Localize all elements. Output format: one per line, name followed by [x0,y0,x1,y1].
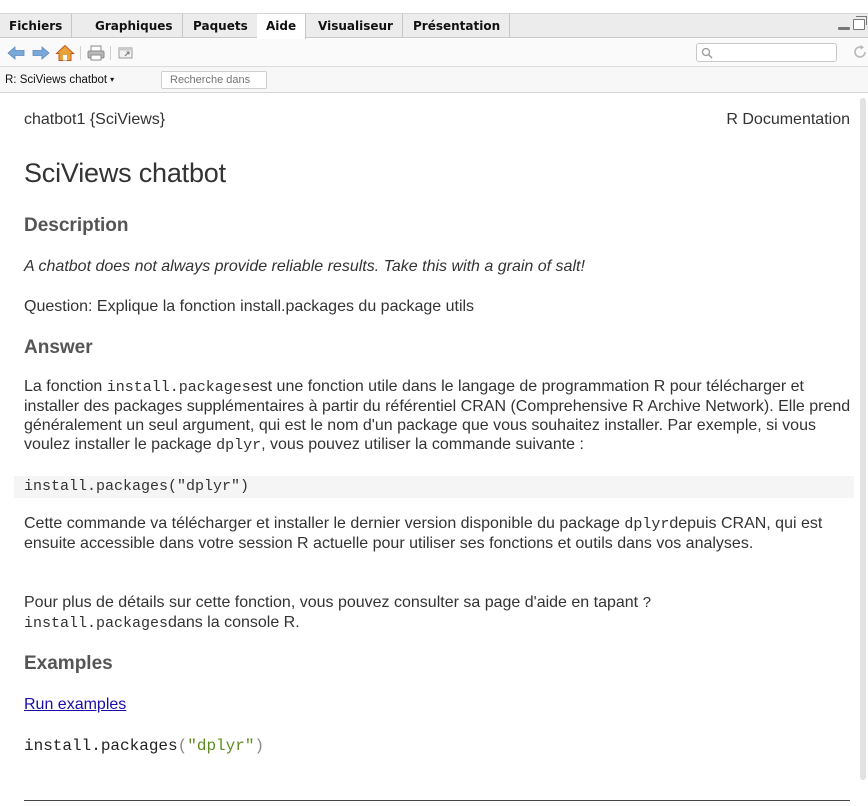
refresh-icon[interactable] [852,44,868,65]
topic-label: R: SciViews chatbot [5,74,108,86]
help-toolbar [0,39,868,67]
forward-arrow-icon[interactable] [31,44,51,62]
answer-paragraph-1: La fonction install.packagesest une fonc… [24,378,851,454]
answer-paragraph-3: Pour plus de détails sur cette fonction,… [24,594,652,632]
help-search-box[interactable] [696,43,837,62]
help-search-input[interactable] [717,45,833,60]
description-heading: Description [24,215,129,236]
chevron-down-icon: ▾ [110,75,115,84]
pane-tab-bar: Fichiers Graphiques Paquets Aide Visuali… [0,13,868,39]
find-in-topic-input[interactable] [161,71,267,89]
tab-paquets[interactable]: Paquets [184,14,258,38]
doc-topic-name: chatbot1 {SciViews} [24,111,166,128]
code-block: install.packages("dplyr") [14,476,854,498]
vertical-scrollbar[interactable] [860,98,866,780]
maximize-icon[interactable] [853,16,867,30]
search-icon [701,46,713,64]
doc-source-label: R Documentation [726,111,850,128]
tab-fichiers[interactable]: Fichiers [0,14,73,38]
description-text: A chatbot does not always provide reliab… [24,258,585,275]
tab-visualiseur[interactable]: Visualiseur [309,14,403,38]
question-text: Question: Explique la fonction install.p… [24,298,475,315]
doc-header: chatbot1 {SciViews} R Documentation [24,111,850,129]
page-title: SciViews chatbot [24,158,226,188]
answer-heading: Answer [24,337,93,358]
window-controls [828,16,868,34]
back-arrow-icon[interactable] [6,44,26,62]
inline-code: install.packages [106,379,251,396]
help-document: chatbot1 {SciViews} R Documentation SciV… [0,94,858,806]
help-subbar: R: SciViews chatbot ▾ [0,67,868,93]
divider [24,800,850,801]
inline-code: dplyr [216,437,262,454]
tab-presentation[interactable]: Présentation [404,14,511,38]
tab-aide[interactable]: Aide [257,14,307,39]
run-examples-link[interactable]: Run examples [24,696,126,714]
tab-graphiques[interactable]: Graphiques [86,14,183,38]
examples-heading: Examples [24,653,113,674]
answer-paragraph-2: Cette commande va télécharger et install… [24,515,823,552]
home-icon[interactable] [55,44,75,62]
inline-code: dplyr [624,516,670,533]
example-code: install.packages("dplyr") [24,737,265,755]
minimize-icon[interactable] [838,27,850,30]
print-icon[interactable] [86,44,106,62]
new-window-icon[interactable] [116,44,136,62]
topic-history-dropdown[interactable]: R: SciViews chatbot ▾ [5,72,114,88]
